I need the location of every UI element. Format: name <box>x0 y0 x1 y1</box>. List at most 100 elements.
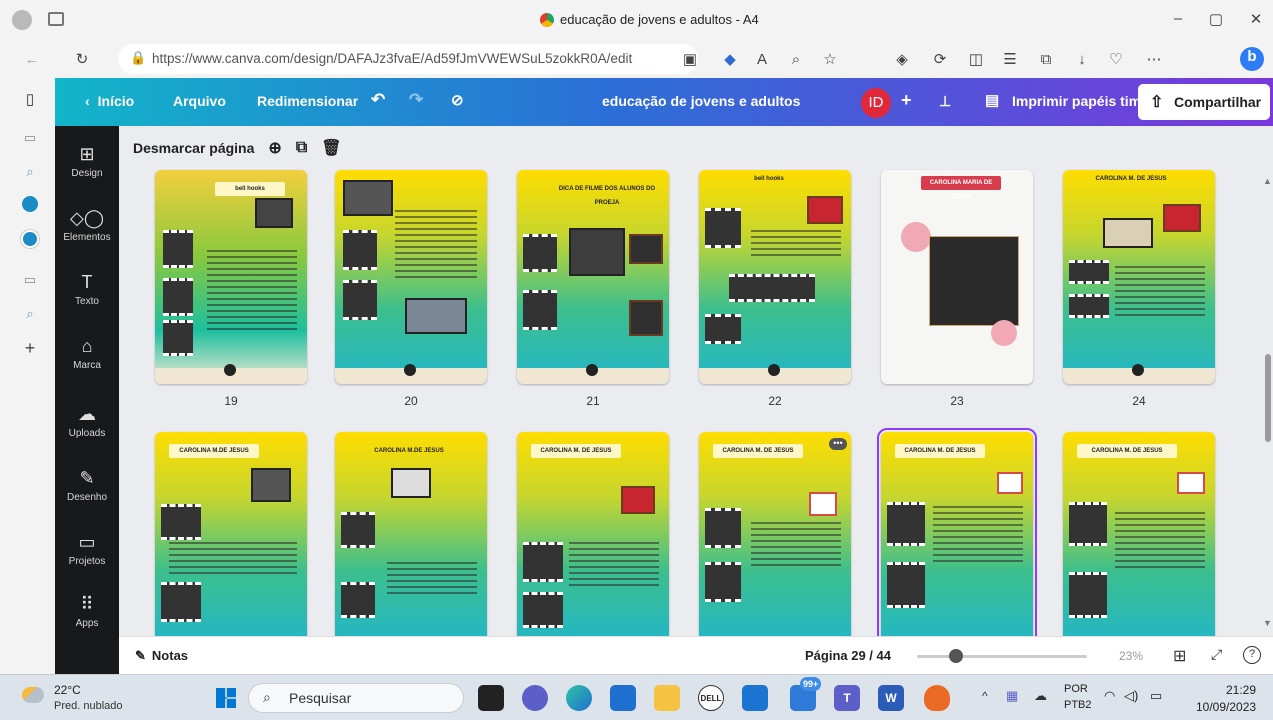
analytics-icon[interactable]: ⊥ <box>939 93 951 110</box>
teams-icon[interactable]: T <box>834 685 860 711</box>
undo-icon[interactable]: ↶ <box>371 90 385 110</box>
profile-avatar-icon[interactable] <box>12 10 32 30</box>
scroll-down-arrow-icon[interactable]: ▼ <box>1263 618 1272 628</box>
add-page-icon[interactable]: ⊕ <box>268 138 281 158</box>
sidebar-item-brand[interactable]: ⌂ Marca <box>55 336 119 371</box>
favorites-list-icon[interactable]: ☰ <box>1000 50 1020 70</box>
favorite-star-icon[interactable]: ☆ <box>820 50 840 70</box>
more-options-icon[interactable]: ⋯ <box>1144 50 1164 70</box>
tabs-icon[interactable]: ▯ <box>22 92 38 108</box>
deselect-page-button[interactable]: Desmarcar página <box>133 140 254 156</box>
page-thumbnail-27[interactable]: CAROLINA M. DE JESUS <box>517 432 669 636</box>
task-view-icon[interactable] <box>478 685 504 711</box>
notification-app-icon[interactable]: 99+ <box>790 677 822 711</box>
page-thumbnail-24[interactable]: CAROLINA M. DE JESUS <box>1063 170 1215 384</box>
zoom-slider-handle[interactable] <box>949 649 963 663</box>
page-thumbnail-23[interactable]: CAROLINA MARIA DE JESUS <box>881 170 1033 384</box>
add-icon[interactable]: + <box>22 339 38 357</box>
chat-app-icon[interactable] <box>522 685 548 711</box>
cloud-saved-icon[interactable]: ⊘ <box>451 91 464 109</box>
notes-button[interactable]: ✎ Notas <box>135 648 188 664</box>
weather-desc[interactable]: Pred. nublado <box>54 700 123 712</box>
wifi-icon[interactable]: ◠ <box>1104 688 1115 704</box>
edge-browser-icon[interactable] <box>566 685 592 711</box>
vertical-scrollbar[interactable] <box>1265 354 1271 442</box>
sidebar-app-icon[interactable]: ▭ <box>22 130 38 146</box>
sidebar-item-draw[interactable]: ✎ Desenho <box>55 468 119 503</box>
page-thumbnail-30[interactable]: CAROLINA M. DE JESUS <box>1063 432 1215 636</box>
page-thumbnail-22[interactable]: bell hooks <box>699 170 851 384</box>
sidebar-item-uploads[interactable]: ☁ Uploads <box>55 404 119 439</box>
address-bar[interactable]: 🔒 https://www.canva.com/design/DAFAJz3fv… <box>118 44 698 74</box>
canva-app-icon[interactable] <box>21 230 39 248</box>
flame-app-icon[interactable] <box>924 685 950 711</box>
more-options-badge[interactable]: ••• <box>829 438 847 450</box>
help-button[interactable]: ? <box>1243 646 1261 664</box>
downloads-icon[interactable]: ↓ <box>1072 50 1092 70</box>
minimize-icon[interactable]: – <box>1168 10 1188 30</box>
sidebar-item-projects[interactable]: ▭ Projetos <box>55 532 119 567</box>
sidebar-item-text[interactable]: T Texto <box>55 272 119 307</box>
page-thumbnail-20[interactable] <box>335 170 487 384</box>
read-aloud-icon[interactable]: A <box>752 50 772 70</box>
zoom-slider-track[interactable] <box>917 655 1087 658</box>
collections-icon[interactable]: ⧉ <box>1036 50 1056 70</box>
back-arrow-icon[interactable]: ← <box>22 50 42 70</box>
grid-view-icon[interactable]: ⊞ <box>1173 646 1186 666</box>
store-icon[interactable] <box>610 685 636 711</box>
cloud-icon[interactable]: ☁ <box>1034 688 1047 704</box>
battery-icon[interactable]: ▭ <box>1150 688 1162 704</box>
page-thumbnail-29-selected[interactable]: CAROLINA M. DE JESUS <box>877 428 1037 636</box>
page-thumbnail-28[interactable]: CAROLINA M. DE JESUS ••• <box>699 432 851 636</box>
bing-copilot-icon[interactable]: b <box>1240 47 1264 71</box>
monitor-app-icon[interactable] <box>742 685 768 711</box>
sidebar-item-apps[interactable]: ⠿ Apps <box>55 594 119 629</box>
search-icon-2[interactable]: ⌕ <box>22 306 38 322</box>
page-thumbnail-19[interactable]: bell hooks <box>155 170 307 384</box>
copilot-icon[interactable] <box>22 196 38 212</box>
design-title[interactable]: educação de jovens e adultos <box>602 93 800 109</box>
share-button[interactable]: ⇧ Compartilhar <box>1138 84 1270 120</box>
sidebar-item-elements[interactable]: ◇◯ Elementos <box>55 208 119 243</box>
volume-icon[interactable]: ◁) <box>1124 688 1138 704</box>
extension-tag-icon[interactable]: ◆ <box>720 50 740 70</box>
tab-actions-icon[interactable] <box>48 12 64 26</box>
page-thumbnail-25[interactable]: CAROLINA M.DE JESUS <box>155 432 307 636</box>
redo-icon[interactable]: ↷ <box>409 90 423 110</box>
clock-time[interactable]: 21:29 <box>1226 683 1256 697</box>
add-collaborator-icon[interactable]: + <box>901 90 912 111</box>
page-thumbnail-21[interactable]: DICA DE FILME DOS ALUNOS DO PROEJA <box>517 170 669 384</box>
performance-icon[interactable]: ♡ <box>1106 50 1126 70</box>
weather-icon[interactable] <box>22 687 44 703</box>
tray-overflow-icon[interactable]: ^ <box>982 689 988 703</box>
restore-icon[interactable]: ▢ <box>1206 10 1226 30</box>
zoom-icon[interactable]: ⌕ <box>786 50 806 70</box>
language-bottom[interactable]: PTB2 <box>1064 699 1092 711</box>
dell-icon[interactable]: DELL <box>698 685 724 711</box>
avatar[interactable]: ID <box>861 88 891 118</box>
weather-temp[interactable]: 22°C <box>54 683 81 697</box>
clock-date[interactable]: 10/09/2023 <box>1196 700 1256 714</box>
sidebar-item-design[interactable]: ⊞ Design <box>55 144 119 179</box>
page-indicator[interactable]: Página 29 / 44 <box>805 648 891 663</box>
close-icon[interactable]: ✕ <box>1246 10 1266 30</box>
tray-app-icon[interactable]: ▦ <box>1006 688 1018 704</box>
back-to-home-link[interactable]: ‹ Início <box>85 93 134 109</box>
file-menu[interactable]: Arquivo <box>173 93 226 109</box>
duplicate-page-icon[interactable]: ⧉ <box>296 139 307 157</box>
app-available-icon[interactable]: ▣ <box>680 50 700 70</box>
extensions-icon[interactable]: ◈ <box>892 50 912 70</box>
refresh-alt-icon[interactable]: ⟳ <box>930 50 950 70</box>
fullscreen-icon[interactable]: ⤢ <box>1211 646 1222 663</box>
sidebar-app-icon-2[interactable]: ▭ <box>22 272 38 288</box>
refresh-icon[interactable]: ↻ <box>72 50 92 70</box>
resize-menu[interactable]: Redimensionar <box>257 93 358 109</box>
page-thumbnail-26[interactable]: CAROLINA M.DE JESUS <box>335 432 487 636</box>
windows-start-icon[interactable] <box>216 688 236 708</box>
language-top[interactable]: POR <box>1064 683 1088 695</box>
taskbar-search[interactable]: ⌕ Pesquisar <box>248 683 464 713</box>
split-screen-icon[interactable]: ◫ <box>966 50 986 70</box>
search-icon[interactable]: ⌕ <box>22 164 38 180</box>
scroll-up-arrow-icon[interactable]: ▲ <box>1263 176 1272 186</box>
print-icon[interactable]: ▤ <box>985 91 999 109</box>
